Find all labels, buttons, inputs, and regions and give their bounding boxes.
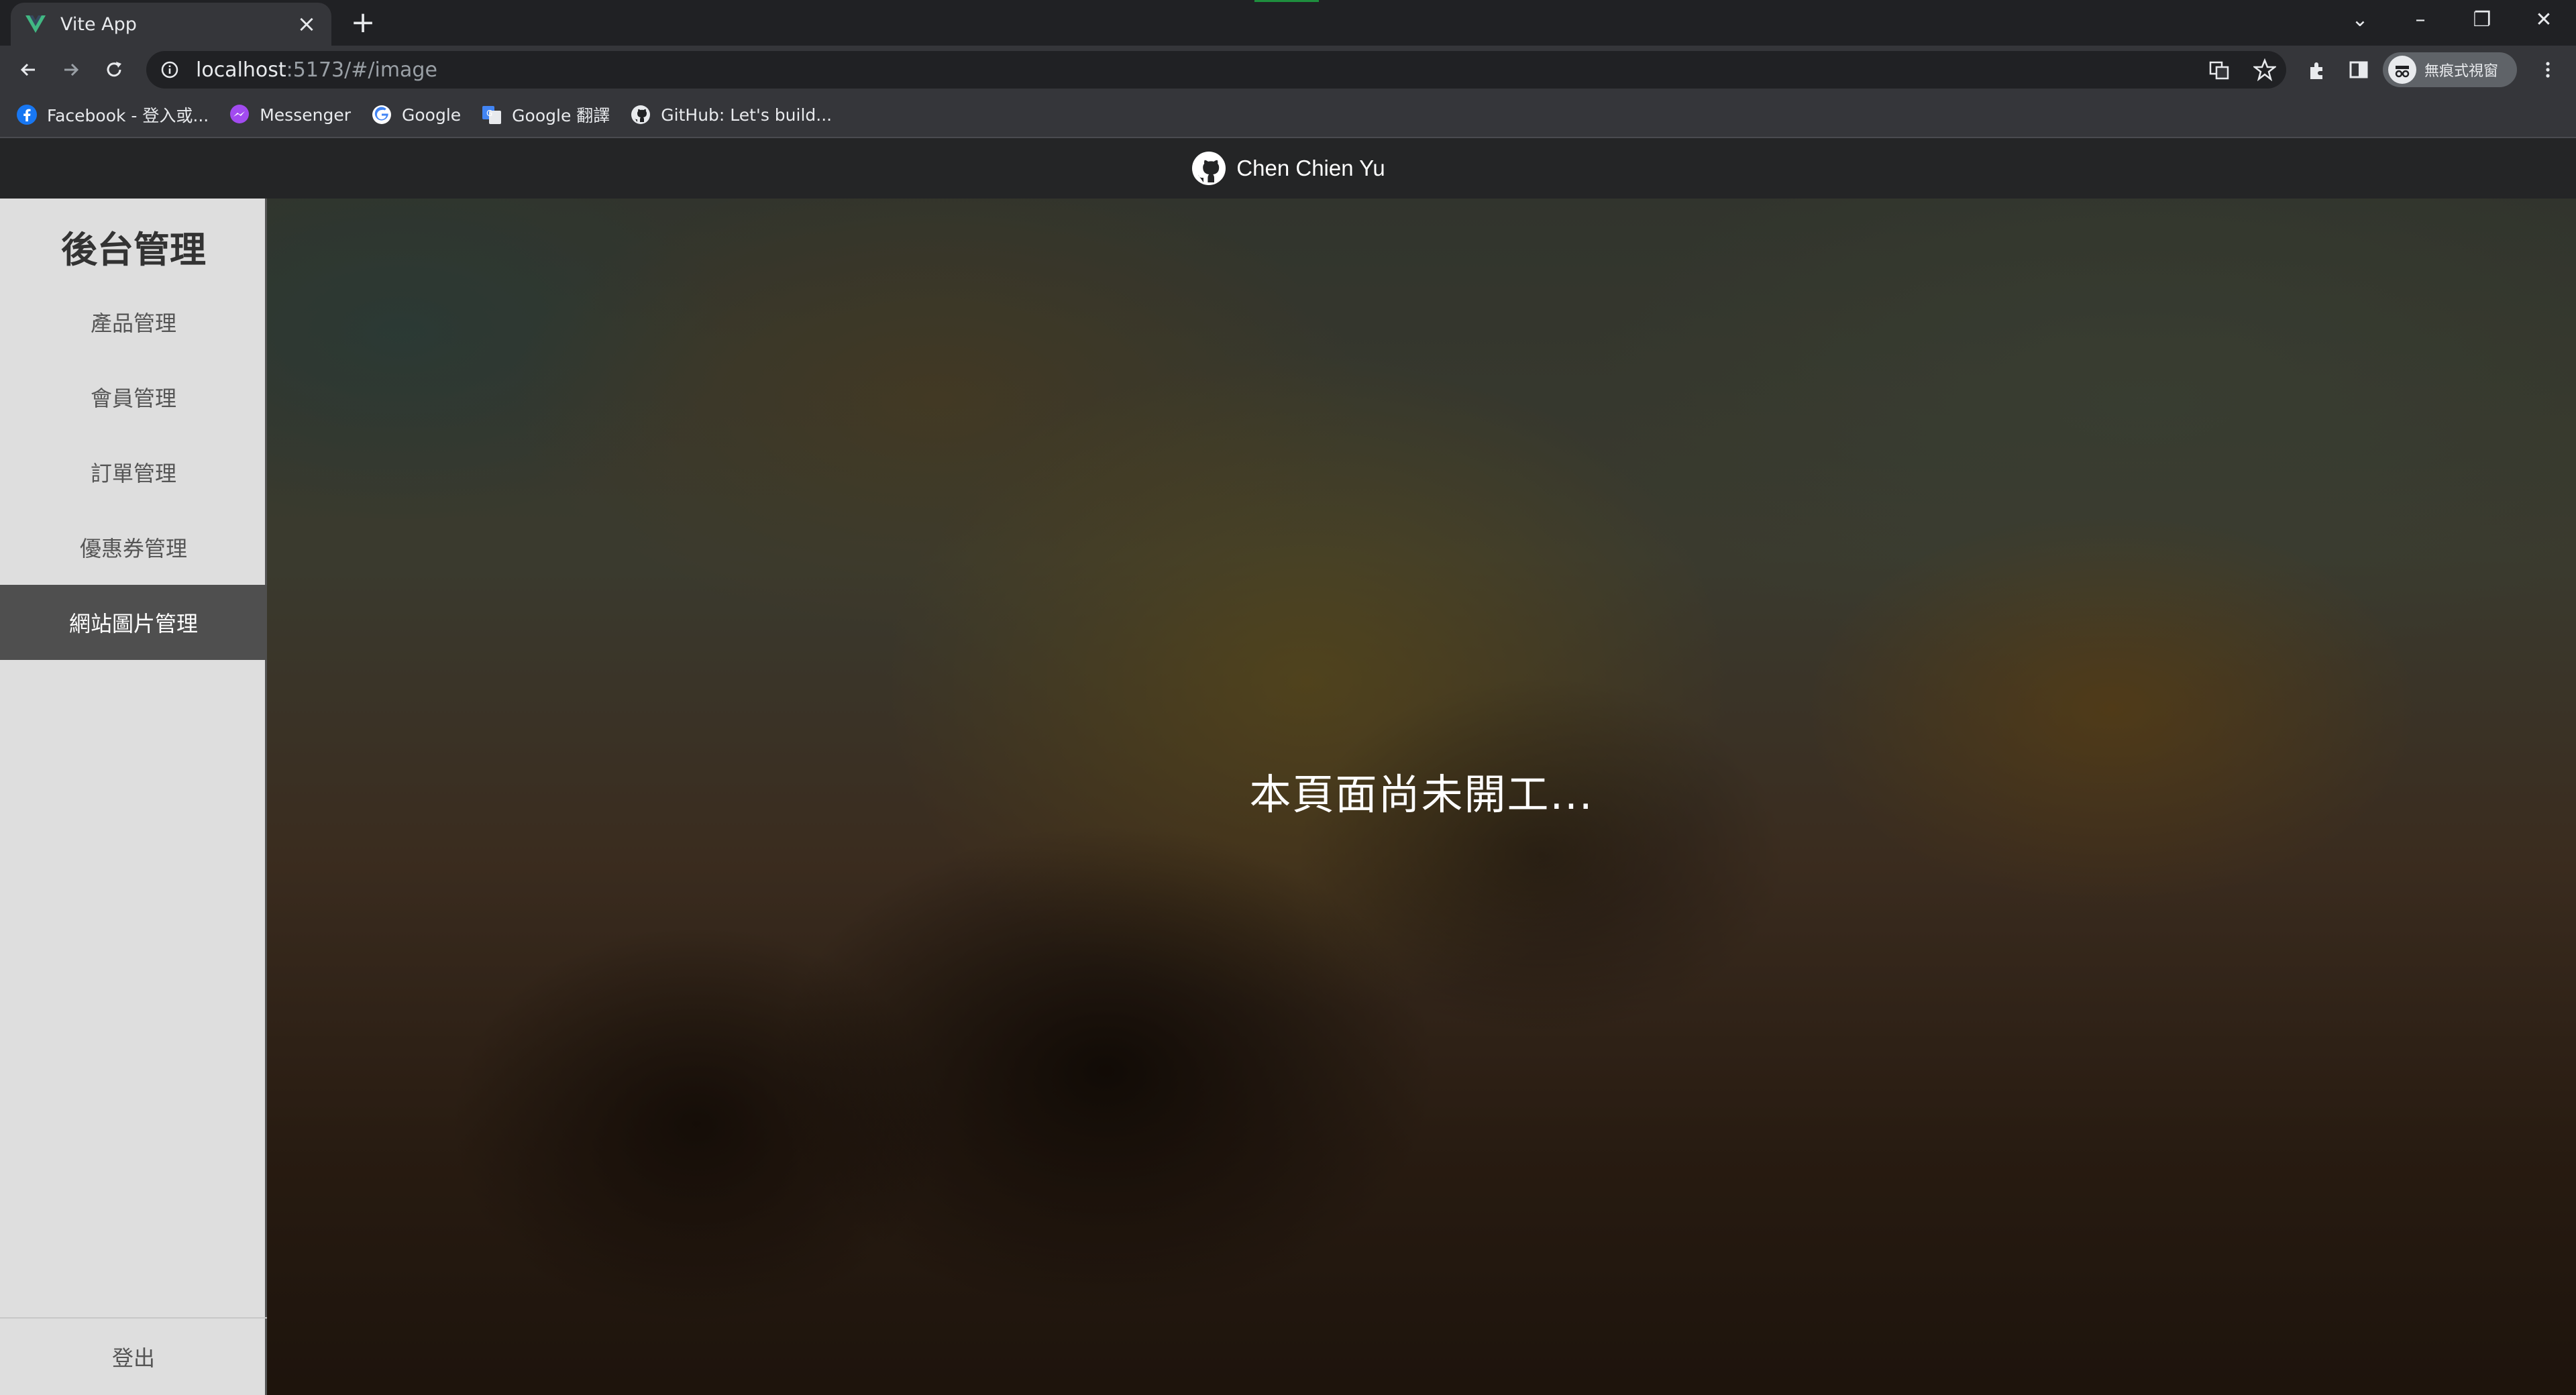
bookmark-github[interactable]: GitHub: Let's build... xyxy=(630,104,832,125)
side-panel-icon[interactable] xyxy=(2344,55,2373,85)
incognito-profile-chip[interactable]: 無痕式視窗 xyxy=(2383,52,2517,87)
bookmark-label: Facebook - 登入或... xyxy=(47,106,209,125)
sidebar-item-site-images[interactable]: 網站圖片管理 xyxy=(0,585,267,660)
site-info-icon[interactable] xyxy=(160,60,180,80)
extensions-icon[interactable] xyxy=(2302,55,2332,85)
back-arrow-icon xyxy=(20,63,35,76)
back-button[interactable] xyxy=(13,55,43,85)
address-bar[interactable]: localhost:5173/#/image xyxy=(146,51,2286,89)
browser-toolbar: localhost:5173/#/image 無痕式視窗 xyxy=(0,46,2576,93)
admin-sidebar: 後台管理 產品管理 會員管理 訂單管理 優惠券管理 網站圖片管理 登出 xyxy=(0,199,267,1395)
google-icon xyxy=(371,104,392,125)
bookmark-google-translate[interactable]: G Google 翻譯 xyxy=(481,103,610,127)
bookmark-label: Messenger xyxy=(260,105,351,125)
sidebar-item-orders[interactable]: 訂單管理 xyxy=(0,435,267,510)
reload-button[interactable] xyxy=(99,55,129,85)
restore-button[interactable]: ❐ xyxy=(2463,5,2501,35)
under-construction-message: 本頁面尚未開工... xyxy=(1249,770,1594,819)
bookmark-google[interactable]: Google xyxy=(371,104,461,125)
bookmark-label: Google xyxy=(402,105,462,125)
new-tab-button[interactable]: + xyxy=(349,8,377,38)
google-translate-icon: G xyxy=(481,104,502,125)
tab-search-icon[interactable]: ⌄ xyxy=(2341,5,2379,35)
svg-text:G: G xyxy=(486,109,492,118)
bookmark-facebook[interactable]: Facebook - 登入或... xyxy=(16,103,209,127)
browser-tab-strip: Vite App × + ⌄ – ❐ ✕ xyxy=(0,0,2576,46)
github-icon xyxy=(630,104,651,125)
tab-title: Vite App xyxy=(60,13,137,35)
forward-button[interactable] xyxy=(56,55,86,85)
chrome-menu-icon[interactable] xyxy=(2533,55,2563,85)
github-icon[interactable] xyxy=(1191,150,1227,186)
messenger-icon xyxy=(229,104,250,125)
close-window-button[interactable]: ✕ xyxy=(2525,5,2563,35)
star-bookmark-icon[interactable] xyxy=(2251,56,2278,83)
profile-label: 無痕式視窗 xyxy=(2424,63,2499,80)
facebook-icon xyxy=(16,104,38,125)
bookmarks-bar: Facebook - 登入或... Messenger Google G Goo… xyxy=(0,93,2576,138)
sidebar-item-products[interactable]: 產品管理 xyxy=(0,284,267,359)
logout-button[interactable]: 登出 xyxy=(0,1319,267,1395)
sidebar-item-members[interactable]: 會員管理 xyxy=(0,359,267,435)
main-content-background: 本頁面尚未開工... xyxy=(267,199,2576,1395)
incognito-icon xyxy=(2388,56,2416,84)
tab-close-icon[interactable]: × xyxy=(295,13,318,36)
sidebar-title: 後台管理 xyxy=(61,229,206,271)
omnibox-actions xyxy=(2206,56,2278,83)
author-name-link[interactable]: Chen Chien Yu xyxy=(1236,156,1385,181)
translate-icon[interactable] xyxy=(2206,56,2233,83)
bookmark-label: Google 翻譯 xyxy=(512,106,610,125)
bookmark-label: GitHub: Let's build... xyxy=(661,105,833,125)
reload-icon xyxy=(107,62,121,77)
sidebar-item-coupons[interactable]: 優惠券管理 xyxy=(0,510,267,585)
url-path: :5173/#/image xyxy=(286,58,437,82)
forward-arrow-icon xyxy=(64,63,79,76)
url-host: localhost xyxy=(196,58,286,82)
accent-strip xyxy=(1254,0,1319,2)
site-header: Chen Chien Yu xyxy=(0,138,2576,199)
browser-tab[interactable]: Vite App × xyxy=(11,3,331,46)
bookmark-messenger[interactable]: Messenger xyxy=(229,104,351,125)
minimize-button[interactable]: – xyxy=(2402,5,2439,35)
vite-logo-icon xyxy=(25,15,46,33)
